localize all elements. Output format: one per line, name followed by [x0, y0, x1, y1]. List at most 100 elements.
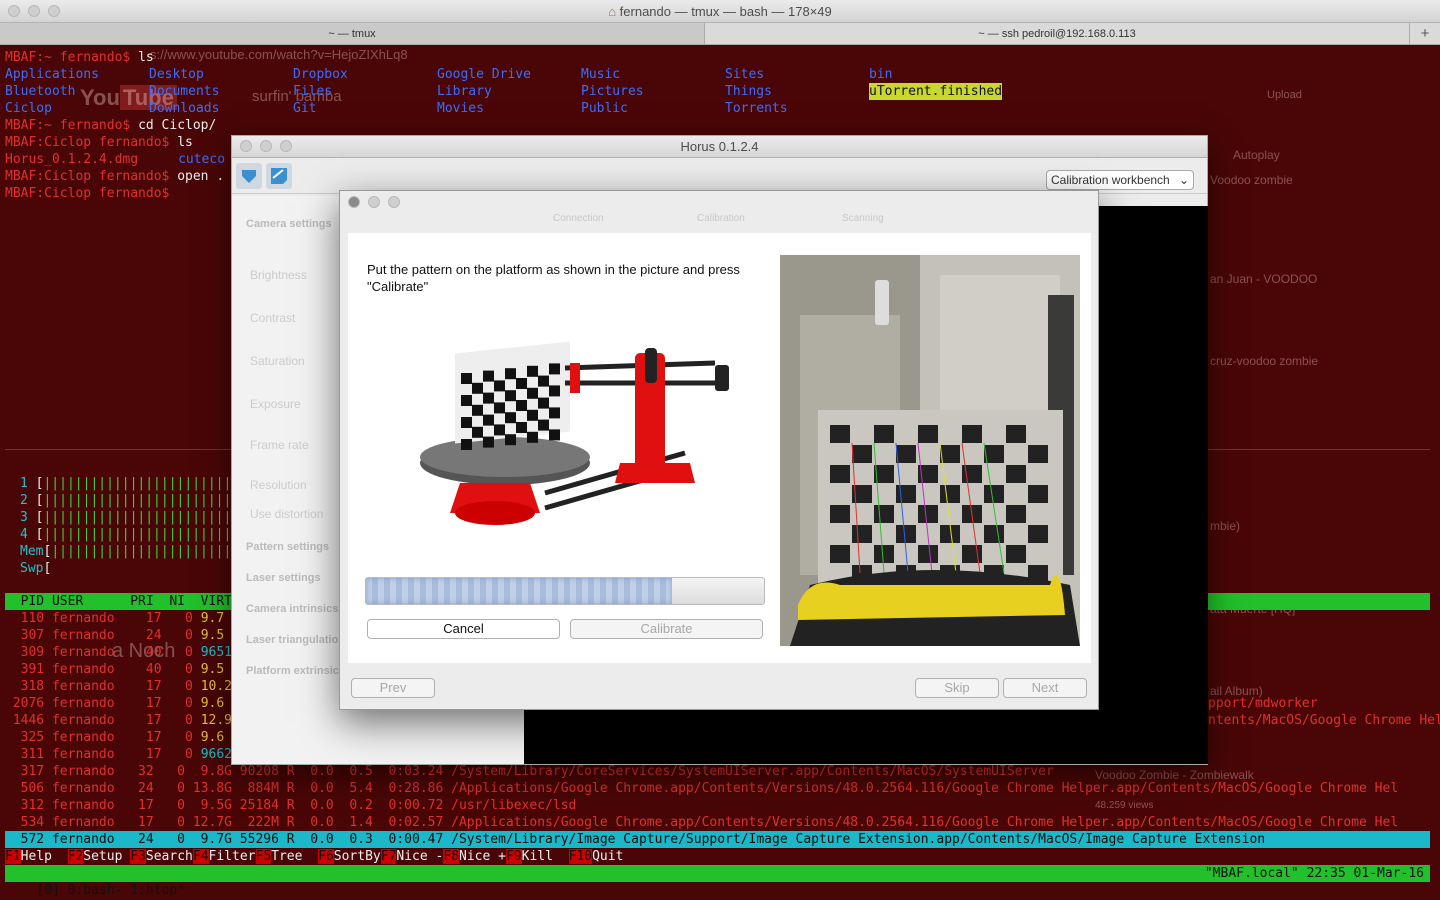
function-key[interactable]: F7 — [380, 849, 397, 864]
minimize-button[interactable] — [28, 5, 40, 17]
ls-entry: Things — [725, 84, 772, 99]
section-pattern-settings[interactable]: Pattern settings — [246, 541, 329, 553]
tab-tmux[interactable]: ~ — tmux — [0, 23, 705, 44]
horus-window-controls — [240, 140, 292, 152]
table-row[interactable]: 1446 fernando 17 0 12.9 — [5, 712, 232, 729]
function-key[interactable]: F9 — [506, 849, 522, 864]
tmux-windows: [0] 0:bash- 1:htop* — [36, 883, 186, 898]
function-key[interactable]: F2 — [67, 849, 84, 864]
table-row[interactable]: 325 fernando 17 0 9.6 — [5, 729, 225, 746]
function-key-label: Tree — [271, 849, 319, 864]
terminal-tabbar: ~ — tmux ~ — ssh pedroil@192.168.0.113 + — [0, 23, 1440, 45]
ghost-upload: Upload — [1267, 89, 1302, 101]
dialog-minimize-button[interactable] — [368, 196, 380, 208]
section-laser-triangulation[interactable]: Laser triangulation — [246, 634, 345, 646]
ls-entry: Music — [581, 67, 621, 82]
ls-entry: bin — [869, 67, 893, 82]
function-key-label: Filter — [208, 849, 256, 864]
htop-meter: Mem[|||||||||||||||||||||||||| — [20, 544, 255, 559]
table-row[interactable]: 506 fernando 24 0 13.8G 884M R 0.0 5.4 0… — [5, 780, 1399, 797]
cancel-button[interactable]: Cancel — [367, 619, 560, 639]
function-key[interactable]: F10 — [568, 849, 593, 864]
shell-line: MBAF:Ciclop fernando$ open . — [5, 169, 225, 184]
ls-entry: Downloads — [149, 101, 220, 116]
skip-button[interactable]: Skip — [915, 678, 999, 698]
section-platform-extrinsics[interactable]: Platform extrinsics — [246, 665, 345, 677]
ghost-item-0: Voodoo zombie — [1210, 173, 1293, 187]
ghost-item-7: 48.259 views — [1095, 800, 1154, 811]
horus-toolbar: Calibration workbench ⌄ — [232, 158, 1207, 194]
ls-entry: Dropbox — [293, 67, 348, 82]
selected-process-row[interactable]: 572 fernando 24 0 9.7G 55296 R 0.0 0.3 0… — [5, 831, 1430, 848]
ls-entry: Torrents — [725, 101, 788, 116]
ls-entry: Documents — [149, 84, 220, 99]
ghost-item-1: an Juan - VOODOO — [1210, 272, 1318, 286]
section-camera-settings[interactable]: Camera settings — [246, 218, 332, 230]
function-key[interactable]: F8 — [443, 849, 460, 864]
table-row[interactable]: 317 fernando 32 0 9.8G 90208 R 0.0 0.5 0… — [5, 763, 1054, 780]
ciclop-ls: Horus_0.1.2.4.dmg cuteco — [5, 152, 226, 167]
table-row[interactable]: 391 fernando 40 0 9.5 — [5, 661, 225, 678]
workbench-select[interactable]: Calibration workbench ⌄ — [1046, 170, 1194, 190]
table-row[interactable]: 312 fernando 17 0 9.5G 25184 R 0.0 0.2 0… — [5, 797, 577, 814]
section-camera-intrinsics[interactable]: Camera intrinsics — [246, 603, 338, 615]
horus-close-button[interactable] — [240, 140, 252, 152]
window-controls — [8, 5, 60, 17]
label-use-distortion: Use distortion — [250, 507, 324, 521]
label-frame-rate: Frame rate — [250, 438, 309, 452]
htop-meter: 4 [|||||||||||||||||||||||||||| — [20, 527, 263, 542]
shell-line: MBAF:~ fernando$ cd Ciclop/ — [5, 118, 217, 133]
close-button[interactable] — [8, 5, 20, 17]
table-row[interactable]: 307 fernando 24 0 9.5 — [5, 627, 225, 644]
home-icon: ⌂ — [608, 4, 620, 19]
calibrate-icon[interactable] — [266, 163, 292, 189]
ghost-url: s://www.youtube.com/watch?v=HejoZIXhLq8 — [150, 47, 408, 62]
function-key[interactable]: F3 — [130, 849, 146, 864]
calibration-panel: Put the pattern on the platform as shown… — [348, 233, 1091, 663]
ls-entry: Sites — [725, 67, 765, 82]
new-tab-button[interactable]: + — [1410, 23, 1440, 44]
window-title: fernando — tmux — bash — 178×49 — [619, 4, 832, 19]
step-scanning: Scanning — [842, 213, 884, 224]
table-row[interactable]: 311 fernando 17 0 9662 — [5, 746, 232, 763]
ls-entry: Files — [293, 84, 333, 99]
table-row[interactable]: 2076 fernando 17 0 9.6 — [5, 695, 224, 712]
function-key[interactable]: F5 — [255, 849, 272, 864]
calibrate-button[interactable]: Calibrate — [570, 619, 763, 639]
table-row[interactable]: 110 fernando 17 0 9.7 — [5, 610, 225, 627]
ls-entry: Bluetooth — [5, 84, 76, 99]
tab-ssh[interactable]: ~ — ssh pedroil@192.168.0.113 — [705, 23, 1410, 44]
ghost-autoplay: Autoplay — [1233, 148, 1280, 162]
ls-entry: Applications — [5, 67, 99, 82]
section-laser-settings[interactable]: Laser settings — [246, 572, 321, 584]
right-fragment: pport/mdworker — [1208, 696, 1318, 711]
table-row[interactable]: 318 fernando 17 0 10.2 — [5, 678, 232, 695]
ls-entry: Git — [293, 101, 317, 116]
function-key[interactable]: F1 — [5, 849, 21, 864]
prev-button[interactable]: Prev — [351, 678, 435, 698]
dialog-close-button[interactable] — [348, 196, 360, 208]
ls-entry: Ciclop — [5, 101, 52, 116]
table-row[interactable]: 534 fernando 17 0 12.7G 222M R 0.0 1.4 0… — [5, 814, 1399, 831]
right-fragment: ntents/MacOS/Google Chrome Hel — [1208, 713, 1440, 728]
step-calibration: Calibration — [697, 213, 745, 224]
chevron-down-icon: ⌄ — [1178, 173, 1189, 187]
horus-title: Horus 0.1.2.4 — [680, 139, 759, 154]
function-key-label: Search — [145, 849, 193, 864]
instruction-text: Put the pattern on the platform as shown… — [367, 262, 740, 294]
scanner-illustration — [365, 323, 765, 548]
zoom-button[interactable] — [48, 5, 60, 17]
function-key-label: Nice - — [396, 849, 444, 864]
horus-zoom-button[interactable] — [280, 140, 292, 152]
function-key[interactable]: F6 — [318, 849, 334, 864]
shell-line: MBAF:~ fernando$ ls — [5, 50, 154, 65]
next-button[interactable]: Next — [1003, 678, 1087, 698]
label-exposure: Exposure — [250, 397, 301, 411]
connect-icon[interactable] — [236, 163, 262, 189]
dialog-zoom-button[interactable] — [388, 196, 400, 208]
calibration-progress-bar — [365, 577, 765, 605]
horus-titlebar: Horus 0.1.2.4 — [232, 136, 1207, 158]
horus-minimize-button[interactable] — [260, 140, 272, 152]
function-key[interactable]: F4 — [192, 849, 209, 864]
table-row[interactable]: 309 fernando 40 0 9651 — [5, 644, 232, 661]
